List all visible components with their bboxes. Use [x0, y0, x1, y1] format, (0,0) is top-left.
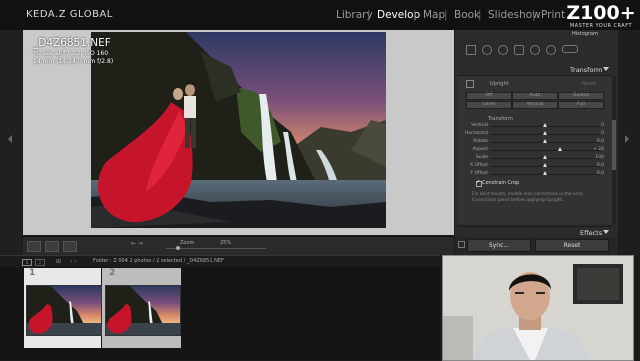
- right-edge-strip: [619, 30, 640, 255]
- module-separator: |: [413, 9, 417, 21]
- reset-button[interactable]: Reset: [535, 239, 609, 252]
- collapse-triangle-icon[interactable]: [603, 230, 609, 234]
- panel-toggle-left-icon[interactable]: [8, 135, 12, 143]
- slider-label: Horizontal: [465, 131, 488, 136]
- module-separator: |: [444, 9, 448, 21]
- slider-value[interactable]: 0.0: [586, 139, 604, 144]
- image-exposure: ⅟₁₀ sec at f / 3.2, ISO 160: [33, 50, 109, 57]
- slider-value[interactable]: 0: [586, 131, 604, 136]
- slider-knob[interactable]: [543, 155, 547, 159]
- prev-next-arrows-icon[interactable]: ‹ ›: [70, 258, 77, 265]
- grid-view-icon[interactable]: ⊞: [56, 258, 61, 265]
- slider-value[interactable]: 100: [586, 155, 604, 160]
- upright-auto-button[interactable]: Auto: [512, 92, 558, 100]
- histogram-label: Histogram: [572, 31, 598, 37]
- zoom-slider[interactable]: [166, 248, 266, 249]
- screen-1-button[interactable]: 1: [22, 259, 32, 266]
- module-separator: |: [367, 9, 371, 21]
- crop-overlay-icon[interactable]: [482, 45, 492, 55]
- upright-guided-button[interactable]: Guided: [558, 92, 604, 100]
- rating-stars[interactable]: [91, 243, 125, 258]
- thumbnail-image: [27, 286, 101, 335]
- grid-icon[interactable]: [466, 45, 476, 55]
- filmstrip-thumbnail[interactable]: [26, 285, 102, 336]
- radial-filter-icon[interactable]: [546, 45, 556, 55]
- slider-label: Aspect: [472, 147, 488, 152]
- before-after-split-button[interactable]: [63, 241, 77, 252]
- slider-knob[interactable]: [543, 123, 547, 127]
- slider-label: Rotate: [473, 139, 488, 144]
- presenter-video: [443, 256, 633, 360]
- slider-knob[interactable]: [543, 171, 547, 175]
- upright-level-button[interactable]: Level: [466, 101, 512, 109]
- filmstrip-thumbnail[interactable]: [105, 285, 181, 336]
- canvas-toolbar: ⇤ ⇥ Zoom 25%: [23, 236, 454, 258]
- upright-label: Upright: [490, 81, 509, 87]
- module-map[interactable]: Map: [423, 9, 445, 21]
- zoom-label: Zoom: [180, 240, 195, 246]
- slider-knob[interactable]: [543, 139, 547, 143]
- filmstrip-info: Folder : Z 004 2 photos / 2 selected / _…: [93, 258, 224, 264]
- thumbnail-image: [106, 286, 180, 335]
- upright-full-button[interactable]: Full: [558, 101, 604, 109]
- panel-scrollbar-thumb[interactable]: [612, 120, 616, 170]
- sync-button[interactable]: Sync...: [467, 239, 531, 252]
- upright-note: For best results, enable lens correction…: [472, 192, 583, 203]
- slider-value[interactable]: + 28: [586, 147, 604, 152]
- upright-off-button[interactable]: Off: [466, 92, 512, 100]
- slider-knob[interactable]: [543, 131, 547, 135]
- constrain-crop-label[interactable]: Constrain Crop: [482, 180, 519, 186]
- check-icon: ✔: [476, 179, 481, 185]
- image-lens: 14 mm (14-24.0 mm f/2.8): [33, 58, 114, 65]
- slider-label: X Offset: [469, 163, 488, 168]
- transform-panel-title[interactable]: Transform: [570, 66, 602, 74]
- zoom-value: 25%: [220, 240, 232, 246]
- slider-value[interactable]: 0.0: [586, 163, 604, 168]
- graduated-filter-icon[interactable]: [530, 45, 540, 55]
- upright-guide-icon[interactable]: [466, 80, 474, 88]
- develop-tool-strip: [458, 43, 612, 55]
- slider-track[interactable]: [490, 150, 600, 151]
- image-filename: _D4Z6851.NEF: [33, 37, 111, 49]
- upright-reset[interactable]: Reset: [582, 81, 596, 87]
- effects-panel-title[interactable]: Effects: [580, 229, 602, 237]
- slider-label: Vertical: [471, 123, 488, 128]
- module-book[interactable]: Book: [454, 9, 480, 21]
- upright-vertical-button[interactable]: Vertical: [512, 101, 558, 109]
- spot-removal-icon[interactable]: [498, 45, 508, 55]
- slider-value[interactable]: 0: [586, 123, 604, 128]
- collapse-triangle-icon[interactable]: [603, 67, 609, 71]
- identity-plate: KEDA.Z GLOBAL: [26, 9, 113, 20]
- panel-toggle-right-icon[interactable]: [625, 135, 629, 143]
- red-eye-icon[interactable]: [514, 45, 524, 55]
- slider-knob[interactable]: [558, 147, 563, 151]
- adjustment-brush-icon[interactable]: [562, 45, 578, 53]
- badge-subtitle: MASTER YOUR CRAFT: [569, 23, 633, 29]
- cell-number: 2: [109, 268, 116, 278]
- slider-value[interactable]: 0.0: [586, 171, 604, 176]
- channel-badge: Z100+ MASTER YOUR CRAFT: [566, 4, 636, 32]
- loupe-view-button[interactable]: [27, 241, 41, 252]
- screen-2-button[interactable]: 2: [35, 259, 45, 266]
- cell-number: 1: [29, 268, 36, 278]
- module-separator: |: [478, 9, 482, 21]
- photo-image: [91, 32, 386, 228]
- main-photo[interactable]: [91, 32, 386, 228]
- zoom-slider-knob[interactable]: [176, 246, 180, 250]
- image-info-overlay: _D4Z6851.NEF ⅟₁₀ sec at f / 3.2, ISO 160…: [33, 37, 113, 66]
- slider-label: Y Offset: [470, 171, 488, 176]
- navigate-arrows-icon[interactable]: ⇤ ⇥: [131, 240, 143, 247]
- slider-label: Scale: [475, 155, 488, 160]
- transform-section-label: Transform: [488, 116, 513, 122]
- module-print[interactable]: Print: [541, 9, 565, 21]
- slider-knob[interactable]: [543, 163, 547, 167]
- before-after-button[interactable]: [45, 241, 59, 252]
- webcam-overlay: [442, 255, 634, 361]
- badge-title: Z100+: [566, 2, 636, 24]
- module-separator: |: [532, 9, 536, 21]
- sync-toggle-icon[interactable]: [458, 241, 465, 248]
